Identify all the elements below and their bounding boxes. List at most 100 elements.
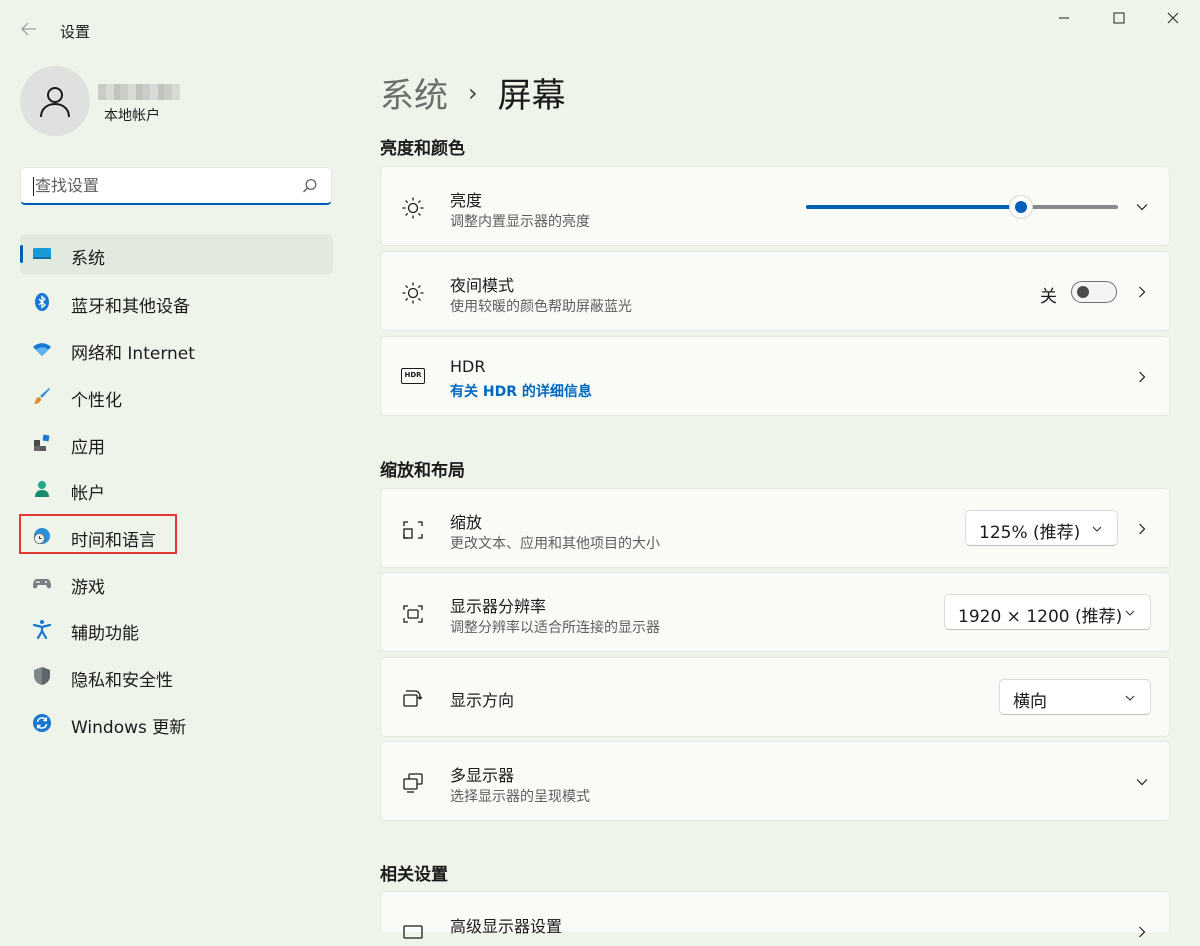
sidebar-item-bluetooth[interactable]: 蓝牙和其他设备: [20, 282, 333, 322]
sidebar-item-privacy[interactable]: 隐私和安全性: [20, 656, 333, 696]
app-title: 设置: [60, 23, 91, 41]
shield-icon: [34, 667, 50, 685]
sidebar-item-label: 个性化: [71, 391, 122, 411]
scale-title: 缩放: [450, 513, 483, 532]
scale-value: 125% (推荐): [979, 523, 1081, 543]
sidebar-item-gaming[interactable]: 游戏: [20, 563, 333, 603]
sidebar-item-network[interactable]: 网络和 Internet: [20, 329, 333, 369]
sidebar-item-label: 应用: [71, 438, 105, 458]
search-box[interactable]: [20, 167, 332, 205]
sidebar-item-personalization[interactable]: 个性化: [20, 376, 333, 416]
brush-icon: [34, 388, 50, 404]
gamepad-icon: [33, 579, 51, 589]
chevron-right-icon[interactable]: [1135, 522, 1149, 536]
resolution-card[interactable]: 显示器分辨率 调整分辨率以适合所连接的显示器 1920 × 1200 (推荐): [380, 572, 1170, 652]
night-light-toggle[interactable]: [1071, 281, 1117, 303]
sidebar-item-label: 系统: [71, 249, 105, 269]
scale-icon: [403, 521, 423, 539]
sidebar-item-label: 帐户: [71, 484, 105, 504]
chevron-right-icon[interactable]: [1135, 285, 1149, 299]
search-input[interactable]: [33, 175, 297, 196]
orientation-icon: [403, 690, 423, 707]
sidebar-item-apps[interactable]: 应用: [20, 423, 333, 463]
scale-card[interactable]: 缩放 更改文本、应用和其他项目的大小 125% (推荐): [380, 488, 1170, 568]
orientation-value: 横向: [1013, 692, 1047, 712]
back-arrow-icon: [21, 22, 36, 36]
display-icon: [403, 925, 423, 939]
wifi-icon: [33, 343, 51, 356]
chevron-down-icon: [1092, 526, 1102, 532]
highlight-box: [19, 514, 177, 554]
apps-icon: [34, 434, 50, 451]
display-icon: [33, 248, 51, 259]
sidebar-item-label: Windows 更新: [71, 718, 187, 738]
accessibility-icon: [32, 620, 52, 639]
slider-thumb[interactable]: [1010, 196, 1033, 218]
toggle-state-label: 关: [1040, 287, 1057, 307]
night-light-card[interactable]: 夜间模式 使用较暖的颜色帮助屏蔽蓝光 关: [380, 251, 1170, 331]
chevron-down-icon[interactable]: [1135, 775, 1149, 789]
sidebar-item-accounts[interactable]: 帐户: [20, 469, 333, 509]
brightness-card[interactable]: 亮度 调整内置显示器的亮度: [380, 166, 1170, 246]
night-light-title: 夜间模式: [450, 276, 515, 295]
sidebar-item-windows-update[interactable]: Windows 更新: [20, 703, 333, 743]
multi-display-icon: [403, 773, 423, 793]
toggle-knob: [1077, 286, 1089, 298]
resolution-value: 1920 × 1200 (推荐): [958, 607, 1123, 627]
close-button[interactable]: [1146, 0, 1200, 36]
brightness-slider[interactable]: [806, 196, 1118, 218]
multi-display-subtitle: 选择显示器的呈现模式: [450, 789, 590, 805]
search-icon[interactable]: [301, 177, 319, 195]
back-button[interactable]: [14, 18, 44, 44]
resolution-subtitle: 调整分辨率以适合所连接的显示器: [450, 620, 660, 636]
scale-dropdown[interactable]: 125% (推荐): [965, 510, 1118, 546]
slider-fill: [806, 205, 1022, 209]
sidebar-item-label: 蓝牙和其他设备: [71, 297, 190, 317]
minimize-button[interactable]: [1037, 0, 1091, 36]
avatar[interactable]: [20, 66, 90, 136]
advanced-display-card[interactable]: 高级显示器设置: [380, 891, 1170, 939]
resolution-title: 显示器分辨率: [450, 597, 547, 616]
hdr-title: HDR: [450, 357, 486, 376]
sidebar-item-label: 网络和 Internet: [71, 344, 195, 364]
hdr-icon: HDR: [401, 368, 425, 384]
multi-display-title: 多显示器: [450, 766, 515, 785]
maximize-button[interactable]: [1092, 0, 1146, 36]
resolution-icon: [403, 605, 423, 623]
page-title: 屏幕: [497, 76, 566, 116]
advanced-display-title: 高级显示器设置: [450, 917, 563, 936]
night-light-icon: [402, 282, 424, 304]
sidebar-item-accessibility[interactable]: 辅助功能: [20, 609, 333, 649]
section-title-brightness-color: 亮度和颜色: [380, 139, 465, 159]
breadcrumb: 系统 › 屏幕: [380, 68, 566, 117]
chevron-down-icon[interactable]: [1135, 200, 1149, 214]
multi-display-card[interactable]: 多显示器 选择显示器的呈现模式: [380, 741, 1170, 821]
bluetooth-icon: [35, 293, 49, 311]
section-title-scale-layout: 缩放和布局: [380, 461, 465, 481]
maximize-icon: [1113, 12, 1125, 24]
breadcrumb-parent[interactable]: 系统: [380, 68, 448, 117]
brightness-subtitle: 调整内置显示器的亮度: [450, 214, 590, 230]
user-icon: [40, 87, 70, 118]
selection-indicator: [20, 245, 23, 263]
orientation-card[interactable]: 显示方向 横向: [380, 657, 1170, 737]
chevron-down-icon: [1125, 695, 1135, 701]
brightness-icon: [402, 197, 424, 219]
chevron-right-icon[interactable]: [1135, 925, 1149, 939]
orientation-title: 显示方向: [450, 691, 515, 710]
breadcrumb-separator: ›: [468, 78, 478, 107]
chevron-down-icon: [1125, 610, 1135, 616]
sync-icon: [33, 714, 51, 732]
sidebar-item-label: 辅助功能: [71, 624, 139, 644]
sidebar-item-label: 游戏: [71, 578, 105, 598]
hdr-info-link[interactable]: 有关 HDR 的详细信息: [450, 381, 592, 401]
chevron-right-icon[interactable]: [1135, 370, 1149, 384]
hdr-card[interactable]: HDR HDR 有关 HDR 的详细信息: [380, 336, 1170, 416]
orientation-dropdown[interactable]: 横向: [999, 679, 1151, 715]
sidebar-item-system[interactable]: 系统: [20, 234, 333, 274]
close-icon: [1167, 12, 1179, 24]
resolution-dropdown[interactable]: 1920 × 1200 (推荐): [944, 594, 1151, 630]
text-cursor: [33, 177, 34, 196]
account-type: 本地帐户: [104, 108, 160, 124]
blurred-username: [98, 84, 180, 100]
